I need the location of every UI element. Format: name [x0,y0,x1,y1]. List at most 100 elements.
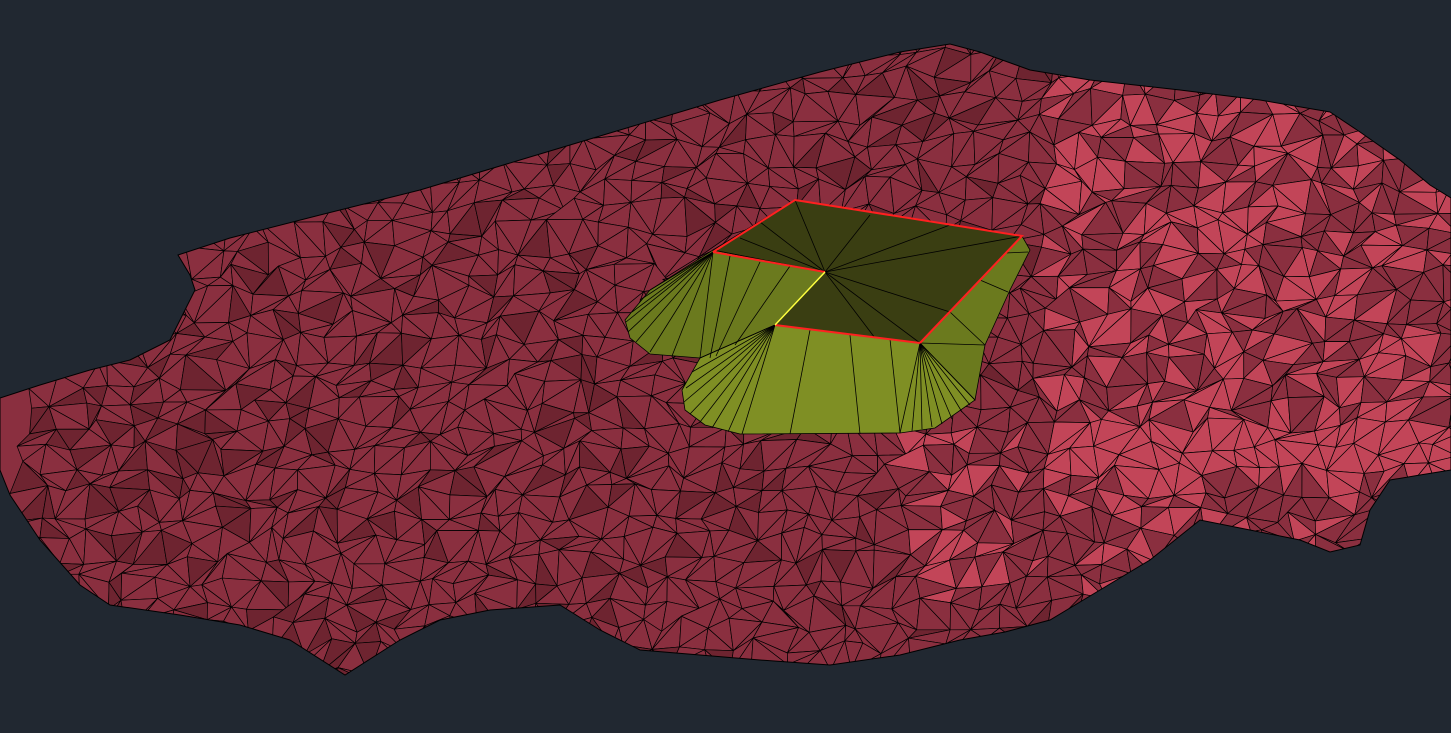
terrain-facet [1109,44,1126,60]
terrain-facet [1240,667,1275,675]
terrain-facet [96,56,123,74]
terrain-facet [157,234,186,248]
terrain-facet [616,649,662,667]
terrain-facet [802,44,844,79]
terrain-facet [15,594,53,627]
terrain-facet [0,594,20,618]
terrain-facet [151,246,192,280]
terrain-facet [95,168,120,189]
terrain-facet [79,144,97,169]
terrain-facet [448,94,468,126]
terrain-facet [928,643,956,667]
terrain-facet [723,671,748,675]
terrain-facet [381,147,403,170]
terrain-facet [79,606,109,628]
terrain-facet [172,66,184,98]
terrain-facet [84,627,127,646]
terrain-facet [346,168,387,191]
terrain-facet [1440,100,1451,125]
terrain-facet [1176,644,1205,664]
terrain-facet [212,647,245,675]
terrain-facet [578,44,602,61]
terrain-facet [1314,644,1358,662]
terrain-facet [965,44,994,55]
terrain-facet [1376,122,1385,140]
terrain-facet [1391,557,1419,584]
terrain-facet [138,290,151,311]
terrain-facet [72,255,106,275]
terrain-facet [12,667,35,675]
terrain-facet [1419,646,1451,669]
terrain-facet [153,650,194,675]
terrain-facet [1250,529,1262,561]
terrain-facet [591,97,627,124]
terrain-facet [136,66,175,98]
terrain-facet [1298,44,1321,57]
terrain-facet [106,229,146,247]
terrain-facet [850,669,881,675]
terrain-facet [1402,579,1443,611]
terrain-facet [343,92,364,127]
terrain-facet [434,121,463,149]
terrain-facet [236,630,273,651]
terrain-facet [1199,66,1227,96]
terrain-facet [293,179,329,199]
terrain-facet [764,44,798,50]
terrain-facet [993,44,1027,50]
terrain-facet [194,138,239,167]
terrain-facet [775,48,804,79]
terrain-facet [1165,575,1184,605]
terrain-facet [15,571,62,596]
terrain-facet [1123,55,1149,67]
terrain-facet [0,637,11,668]
terrain-facet [178,44,212,57]
terrain-facet [647,65,676,99]
terrain-facet [706,675,724,693]
terrain-facet [1440,133,1451,171]
terrain-facet [1374,44,1414,56]
terrain-facet [282,135,309,161]
terrain-facet [362,92,407,119]
terrain-facet [545,44,572,50]
terrain-facet [225,200,257,236]
terrain-facet [97,337,124,365]
terrain-facet [100,124,142,148]
terrain-facet [1383,119,1426,140]
terrain-facet [206,79,244,103]
terrain-facet [452,625,480,652]
terrain-facet [194,200,226,236]
terrain-facet [1196,573,1231,609]
terrain-facet [122,309,151,340]
terrain-facet [1375,641,1403,671]
terrain-facet [1330,46,1364,80]
terrain-facet [1084,631,1128,648]
terrain-facet [136,72,175,98]
terrain-facet [164,175,209,203]
terrain-facet [301,44,324,52]
terrain-facet [570,114,593,140]
terrain-facet [405,89,422,121]
terrain-facet [1233,560,1256,588]
terrain-facet [616,664,662,675]
terrain-facet [1230,563,1250,588]
terrain-facet [1017,664,1040,675]
terrain-facet [182,96,208,127]
terrain-facet [1319,46,1364,76]
terrain-facet [268,160,304,184]
terrain-facet [1183,637,1220,666]
terrain-facet [56,661,86,675]
terrain-facet [611,644,624,667]
terrain-facet [1274,636,1299,675]
terrain-facet [1326,595,1355,617]
terrain-facet [1337,563,1359,583]
terrain-facet [1194,598,1224,627]
terrain-facet [1174,625,1196,646]
terrain-facet [704,44,741,48]
terrain-facet [1182,575,1208,609]
terrain-facet [272,197,295,223]
drawing-viewport[interactable] [0,0,1451,733]
terrain-facet [367,674,393,675]
terrain-facet [1396,493,1440,520]
3d-model-view[interactable] [0,0,1451,733]
terrain-facet [140,618,172,653]
